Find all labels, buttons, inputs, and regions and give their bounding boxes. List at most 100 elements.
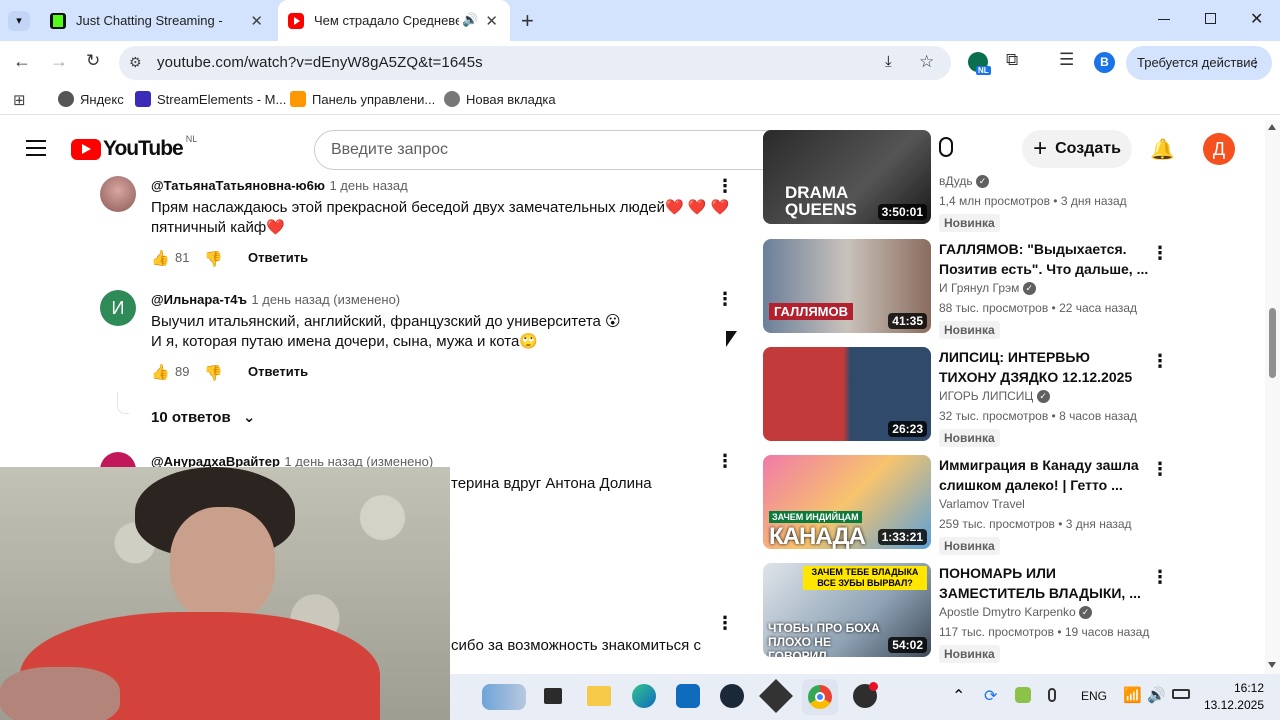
more-vert-icon[interactable]: ⋮ xyxy=(716,289,734,310)
new-badge: Новинка xyxy=(939,214,1000,232)
video-thumbnail[interactable]: 26:23 xyxy=(763,347,931,441)
comment-avatar[interactable]: И xyxy=(100,290,136,326)
bookmark-streamelements[interactable]: StreamElements - M... xyxy=(135,91,286,107)
star-icon[interactable]: ☆ xyxy=(919,52,934,72)
widgets-icon[interactable] xyxy=(482,684,526,710)
speaker-icon[interactable]: 🔊 xyxy=(462,12,478,28)
video-thumbnail[interactable]: ГАЛЛЯМОВ 41:35 xyxy=(763,239,931,333)
comment-avatar[interactable] xyxy=(100,176,136,212)
thumbnail-caption: КАНАДА xyxy=(769,523,866,549)
reload-icon[interactable]: ↻ xyxy=(86,51,100,71)
like-icon[interactable]: 👍 xyxy=(151,363,170,381)
tab-kick[interactable]: Just Chatting Streaming - Live S ✕ xyxy=(40,0,275,41)
channel-name[interactable]: Apostle Dmytro Karpenko ✓ xyxy=(939,605,1093,620)
new-tab-button[interactable]: + xyxy=(521,8,534,34)
file-explorer-icon[interactable] xyxy=(587,686,611,706)
clock[interactable]: 16:12 13.12.2025 xyxy=(1204,680,1264,714)
tab-search-button[interactable]: ▾ xyxy=(8,11,30,31)
globe-icon xyxy=(444,91,460,107)
close-icon[interactable]: ✕ xyxy=(485,12,498,30)
comment-author[interactable]: @Ильнара-т4ъ xyxy=(151,292,247,307)
recommendation-item[interactable]: 26:23 ЛИПСИЦ: ИНТЕРВЬЮ ТИХОНУ ДЗЯДКО 12.… xyxy=(763,347,1203,447)
tray-app-icon[interactable] xyxy=(1015,687,1031,703)
page-scrollbar[interactable] xyxy=(1265,120,1280,674)
reply-button[interactable]: Ответить xyxy=(248,250,308,265)
more-vert-icon[interactable]: ⋮ xyxy=(716,176,734,197)
hamburger-menu-icon[interactable] xyxy=(26,140,46,156)
reply-button[interactable]: Ответить xyxy=(248,364,308,379)
url-text: youtube.com/watch?v=dEnyW8gA5ZQ&t=1645s xyxy=(157,54,483,71)
tab-youtube[interactable]: Чем страдало Средневеко 🔊 ✕ xyxy=(278,0,510,41)
scrollbar-thumb[interactable] xyxy=(1269,308,1276,378)
channel-name[interactable]: И Грянул Грэм ✓ xyxy=(939,281,1036,296)
recommendation-item[interactable]: DRAMA QUEENS 3:50:01 вДудь ✓ 1,4 млн про… xyxy=(763,130,1203,232)
more-vert-icon[interactable]: ⋮ xyxy=(716,613,734,634)
back-arrow-icon[interactable]: ← xyxy=(13,51,31,72)
apps-grid-icon[interactable]: ⊞ xyxy=(13,91,26,109)
replies-toggle[interactable]: 10 ответов ⌄ xyxy=(151,408,255,426)
tray-chevron-up-icon[interactable]: ⌃ xyxy=(952,686,965,706)
task-view-icon[interactable] xyxy=(544,688,562,704)
profile-avatar[interactable]: B xyxy=(1094,52,1115,73)
address-bar[interactable]: ⚙ youtube.com/watch?v=dEnyW8gA5ZQ&t=1645… xyxy=(119,46,951,80)
channel-name[interactable]: вДудь ✓ xyxy=(939,174,989,189)
comment-time[interactable]: 1 день назад (изменено) xyxy=(251,292,400,307)
dislike-icon[interactable]: 👎 xyxy=(204,250,223,268)
recommendation-item[interactable]: ЗАЧЕМ ИНДИЙЦАМ КАНАДА 1:33:21 Иммиграция… xyxy=(763,455,1203,555)
outlook-icon[interactable] xyxy=(676,684,700,708)
close-window-icon[interactable]: ✕ xyxy=(1250,9,1263,29)
wifi-icon[interactable]: 📶 xyxy=(1123,686,1142,704)
more-vert-icon[interactable]: ⋮ xyxy=(716,451,734,472)
video-thumbnail[interactable]: DRAMA QUEENS 3:50:01 xyxy=(763,130,931,224)
thread-line xyxy=(117,392,129,414)
battery-icon[interactable] xyxy=(1172,689,1190,699)
chrome-icon[interactable] xyxy=(802,679,838,715)
scroll-down-icon[interactable] xyxy=(1268,662,1276,668)
new-badge: Новинка xyxy=(939,321,1000,339)
bookmark-new-tab[interactable]: Новая вкладка xyxy=(444,91,556,107)
recommendation-item[interactable]: ГАЛЛЯМОВ 41:35 ГАЛЛЯМОВ: "Выдыхается. По… xyxy=(763,239,1203,339)
obs-icon[interactable] xyxy=(759,679,793,713)
thumbnail-subcaption: ЗАЧЕМ ТЕБЕ ВЛАДЫКА ВСЕ ЗУБЫ ВЫРВАЛ? xyxy=(803,566,927,590)
verified-icon: ✓ xyxy=(1022,282,1036,296)
edge-icon[interactable] xyxy=(632,684,656,708)
install-app-icon[interactable]: ⤓ xyxy=(885,53,892,70)
video-title[interactable]: ПОНОМАРЬ ИЛИ ЗАМЕСТИТЕЛЬ ВЛАДЫКИ, ... xyxy=(939,563,1149,603)
puzzle-icon[interactable]: ⧉ xyxy=(1006,50,1018,70)
video-title[interactable]: ГАЛЛЯМОВ: "Выдыхается. Позитив есть". Чт… xyxy=(939,239,1149,279)
bookmark-yandex[interactable]: Яндекс xyxy=(58,91,124,107)
more-vert-icon[interactable]: ⋮ xyxy=(1151,459,1169,480)
action-required-button[interactable]: Требуется действие ⋮ xyxy=(1126,46,1272,80)
video-thumbnail[interactable]: ЗАЧЕМ ИНДИЙЦАМ КАНАДА 1:33:21 xyxy=(763,455,931,549)
dislike-icon[interactable]: 👎 xyxy=(204,364,223,382)
account-avatar[interactable]: Д xyxy=(1203,133,1235,165)
comment-text: Прям наслаждаюсь этой прекрасной беседой… xyxy=(151,199,730,216)
input-language[interactable]: ENG xyxy=(1081,689,1107,703)
more-vert-icon[interactable]: ⋮ xyxy=(1151,567,1169,588)
bookmark-panel[interactable]: Панель управлени... xyxy=(290,91,435,107)
channel-name[interactable]: ИГОРЬ ЛИПСИЦ ✓ xyxy=(939,389,1050,404)
minimize-icon[interactable] xyxy=(1158,19,1170,20)
scroll-up-icon[interactable] xyxy=(1268,124,1276,130)
more-vert-icon[interactable]: ⋮ xyxy=(1151,243,1169,264)
volume-icon[interactable]: 🔊 xyxy=(1147,686,1166,704)
video-title[interactable]: Иммиграция в Канаду зашла слишком далеко… xyxy=(939,455,1149,495)
youtube-logo[interactable]: YouTube NL xyxy=(71,134,197,162)
comment-time[interactable]: 1 день назад xyxy=(329,178,407,193)
forward-arrow-icon[interactable]: → xyxy=(50,51,68,72)
media-controls-icon[interactable]: ☰ xyxy=(1059,50,1074,70)
microphone-icon[interactable] xyxy=(1048,688,1056,702)
recommendation-item[interactable]: ЗАЧЕМ ТЕБЕ ВЛАДЫКА ВСЕ ЗУБЫ ВЫРВАЛ? ЧТОБ… xyxy=(763,563,1203,663)
video-thumbnail[interactable]: ЗАЧЕМ ТЕБЕ ВЛАДЫКА ВСЕ ЗУБЫ ВЫРВАЛ? ЧТОБ… xyxy=(763,563,931,657)
channel-name[interactable]: Varlamov Travel xyxy=(939,497,1025,511)
close-icon[interactable]: ✕ xyxy=(250,12,263,30)
comment-author[interactable]: @ТатьянаТатьяновна-ю6ю xyxy=(151,178,325,193)
more-vert-icon[interactable]: ⋮ xyxy=(1151,351,1169,372)
sync-icon[interactable]: ⟳ xyxy=(984,686,997,706)
maximize-icon[interactable] xyxy=(1205,13,1216,24)
clock-time: 16:12 xyxy=(1233,681,1264,695)
site-info-icon[interactable]: ⚙ xyxy=(129,54,142,71)
steam-icon[interactable] xyxy=(720,684,744,708)
video-title[interactable]: ЛИПСИЦ: ИНТЕРВЬЮ ТИХОНУ ДЗЯДКО 12.12.202… xyxy=(939,347,1149,387)
like-icon[interactable]: 👍 xyxy=(151,249,170,267)
